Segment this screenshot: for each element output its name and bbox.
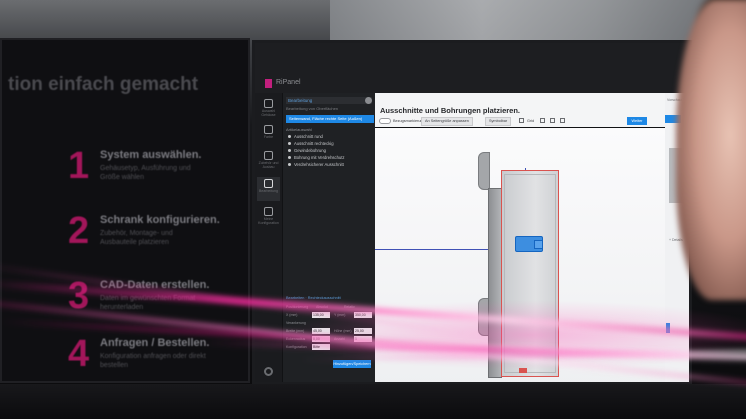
drill-icon (264, 179, 273, 188)
step-number: 2 (68, 210, 90, 252)
option-label: Verdrehsicherer Ausschnitt (294, 162, 344, 167)
step-title: Anfragen / Bestellen. (100, 337, 210, 349)
grid-toggle-icon[interactable] (519, 118, 524, 123)
grid-label: Grid (527, 119, 535, 123)
canvas-toolbar: Bezugsmarkierung An Seitengröße anpassen… (375, 117, 675, 127)
measure-icon[interactable] (550, 118, 555, 123)
step-desc: Zubehör, Montage- und Ausbauteile platzi… (100, 230, 173, 246)
close-icon[interactable] (365, 97, 372, 104)
option-label: Bohrung mit Verdrehschutz (294, 155, 345, 160)
toggle-switch[interactable] (379, 118, 391, 124)
option-item[interactable]: Verdrehsicherer Ausschnitt (288, 162, 344, 167)
rail-item-farbe[interactable]: Farbe (257, 123, 280, 147)
app-titlebar: RiPanel (255, 43, 689, 93)
step-number: 1 (68, 145, 90, 187)
app-name: RiPanel (276, 79, 301, 86)
radio-icon (288, 149, 291, 153)
left-monitor-title: tion einfach gemacht (8, 74, 199, 95)
rail-label: Zubehör und Ausbau (258, 161, 279, 169)
radio-icon (288, 135, 291, 139)
rail-item-bearbeitung[interactable]: Bearbeitung (257, 177, 280, 201)
option-item[interactable]: Ausschnitt rund (288, 134, 323, 139)
rail-item-gehaeuse[interactable]: Auswahl Gehäuse (257, 97, 280, 121)
step-title: System auswählen. (100, 149, 202, 161)
zoom-icon[interactable] (540, 118, 545, 123)
desk (0, 384, 746, 419)
rail-label: Meine Konfiguration (258, 217, 279, 225)
option-label: Ausschnitt rechteckig (294, 141, 334, 146)
cutout-handle[interactable] (534, 240, 543, 249)
page-title: Ausschnitte und Bohrungen platzieren. (380, 106, 521, 115)
option-label: Ausschnitt rund (294, 134, 323, 139)
section-label: Artikelauswahl (286, 127, 312, 132)
radio-icon (288, 163, 291, 167)
document-icon (264, 207, 273, 216)
cube-icon (264, 99, 273, 108)
fit-page-button[interactable]: An Seitengröße anpassen (421, 117, 473, 126)
gear-icon[interactable] (264, 367, 273, 376)
selected-surface[interactable]: Seitenwand, Fläche rechte Seite (Außen) (286, 115, 374, 123)
panel-subheader: Bearbeitung von Oberflächen (286, 106, 339, 111)
step-desc: Konfiguration anfragen oder direkt beste… (100, 353, 206, 369)
option-item[interactable]: Bohrung mit Verdrehschutz (288, 155, 345, 160)
step-desc: Gehäusetyp, Ausführung und Größe wählen (100, 165, 191, 181)
option-label: Gewindebohrung (294, 148, 326, 153)
rail-label: Bearbeitung (259, 189, 278, 193)
step-number: 4 (68, 333, 90, 375)
rail-label: Farbe (263, 135, 274, 139)
cabinet-hinge (478, 152, 490, 190)
next-button[interactable]: Weiter (627, 117, 647, 125)
rail-label: Auswahl Gehäuse (261, 109, 276, 117)
radio-icon (288, 142, 291, 146)
rail-item-konfiguration[interactable]: Meine Konfiguration (257, 205, 280, 229)
rotate-icon[interactable] (560, 118, 565, 123)
palette-icon (264, 125, 273, 134)
layers-icon (264, 151, 273, 160)
rail-item-zubehoer[interactable]: Zubehör und Ausbau (257, 149, 280, 173)
person-face (676, 0, 746, 300)
step-title: Schrank konfigurieren. (100, 214, 220, 226)
option-item[interactable]: Ausschnitt rechteckig (288, 141, 334, 146)
toggle-label: Bezugsmarkierung (393, 119, 425, 123)
panel-header: Bearbeitung (286, 97, 372, 104)
option-item[interactable]: Gewindebohrung (288, 148, 326, 153)
symbolbar-button[interactable]: Symbolbar (485, 117, 512, 126)
radio-icon (288, 156, 291, 160)
background-window (330, 0, 710, 40)
app-logo-icon (265, 79, 272, 88)
